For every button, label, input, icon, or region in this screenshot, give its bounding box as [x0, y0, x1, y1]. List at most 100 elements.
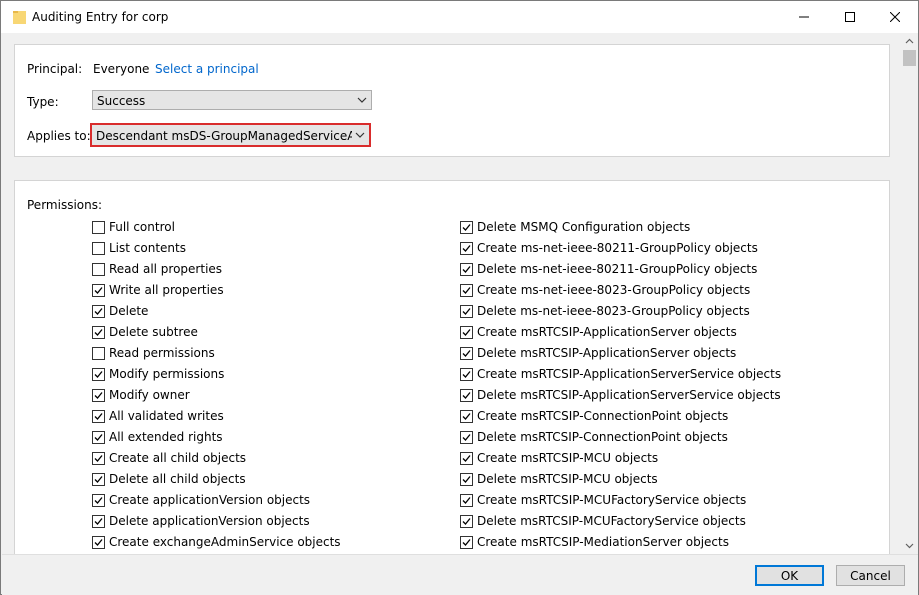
- permission-checkbox[interactable]: [92, 241, 105, 255]
- permission-item[interactable]: Modify permissions: [92, 365, 224, 383]
- permission-item[interactable]: Create ms-net-ieee-80211-GroupPolicy obj…: [460, 239, 758, 257]
- permission-checkbox[interactable]: [460, 367, 473, 381]
- permission-label: Create msRTCSIP-MCUFactoryService object…: [477, 493, 747, 507]
- permission-checkbox[interactable]: [92, 304, 105, 318]
- permission-item[interactable]: Delete subtree: [92, 323, 198, 341]
- permission-label: Create all child objects: [109, 451, 247, 465]
- permission-item[interactable]: Create msRTCSIP-MCUFactoryService object…: [460, 491, 746, 509]
- permission-checkbox[interactable]: [460, 346, 473, 360]
- permission-checkbox[interactable]: [460, 388, 473, 402]
- permission-checkbox[interactable]: [92, 262, 105, 276]
- select-principal-link[interactable]: Select a principal: [155, 62, 259, 76]
- cancel-button[interactable]: Cancel: [836, 565, 905, 586]
- permission-item[interactable]: Delete applicationVersion objects: [92, 512, 310, 530]
- permission-item[interactable]: Create all child objects: [92, 449, 246, 467]
- permission-checkbox[interactable]: [460, 493, 473, 507]
- applies-to-dropdown[interactable]: Descendant msDS-GroupManagedServiceAccou…: [90, 123, 371, 147]
- vertical-scrollbar[interactable]: [901, 33, 918, 554]
- checkmark-icon: [462, 475, 471, 483]
- permission-checkbox[interactable]: [460, 430, 473, 444]
- checkmark-icon: [94, 328, 103, 336]
- permission-label: Delete subtree: [109, 325, 198, 339]
- permission-checkbox[interactable]: [460, 325, 473, 339]
- permission-item[interactable]: Delete MSMQ Configuration objects: [460, 218, 690, 236]
- permission-item[interactable]: Delete msRTCSIP-ApplicationServer object…: [460, 344, 736, 362]
- permission-item[interactable]: List contents: [92, 239, 186, 257]
- permission-checkbox[interactable]: [460, 304, 473, 318]
- permission-checkbox[interactable]: [460, 451, 473, 465]
- permission-checkbox[interactable]: [92, 346, 105, 360]
- permission-checkbox[interactable]: [460, 262, 473, 276]
- checkmark-icon: [94, 538, 103, 546]
- scroll-down-icon: [905, 543, 914, 549]
- permission-checkbox[interactable]: [92, 367, 105, 381]
- permission-checkbox[interactable]: [92, 430, 105, 444]
- permission-checkbox[interactable]: [460, 220, 473, 234]
- maximize-button[interactable]: [827, 1, 873, 33]
- permission-item[interactable]: Full control: [92, 218, 175, 236]
- permission-checkbox[interactable]: [92, 535, 105, 549]
- checkmark-icon: [94, 496, 103, 504]
- scroll-thumb[interactable]: [903, 50, 916, 66]
- ok-button[interactable]: OK: [755, 565, 824, 586]
- permission-checkbox[interactable]: [460, 535, 473, 549]
- permission-checkbox[interactable]: [460, 241, 473, 255]
- permission-item[interactable]: Read permissions: [92, 344, 215, 362]
- dialog-footer: OK Cancel: [2, 554, 918, 595]
- permission-item[interactable]: Delete ms-net-ieee-8023-GroupPolicy obje…: [460, 302, 750, 320]
- type-dropdown[interactable]: Success: [92, 90, 372, 110]
- permission-item[interactable]: Delete all child objects: [92, 470, 246, 488]
- permission-label: Delete msRTCSIP-ApplicationServer object…: [477, 346, 737, 360]
- permission-item[interactable]: Modify owner: [92, 386, 190, 404]
- permission-item[interactable]: Delete ms-net-ieee-80211-GroupPolicy obj…: [460, 260, 757, 278]
- minimize-button[interactable]: [781, 1, 827, 33]
- checkmark-icon: [462, 370, 471, 378]
- permission-item[interactable]: Create msRTCSIP-ConnectionPoint objects: [460, 407, 728, 425]
- permission-item[interactable]: Create msRTCSIP-ApplicationServerService…: [460, 365, 781, 383]
- permission-item[interactable]: Delete msRTCSIP-MCUFactoryService object…: [460, 512, 746, 530]
- permission-label: All extended rights: [109, 430, 223, 444]
- permission-item[interactable]: Create msRTCSIP-MCU objects: [460, 449, 658, 467]
- checkmark-icon: [462, 307, 471, 315]
- permission-checkbox[interactable]: [92, 472, 105, 486]
- permission-label: Delete all child objects: [109, 472, 246, 486]
- permission-item[interactable]: Delete msRTCSIP-ConnectionPoint objects: [460, 428, 728, 446]
- permission-checkbox[interactable]: [92, 451, 105, 465]
- permission-item[interactable]: Delete: [92, 302, 148, 320]
- permission-checkbox[interactable]: [92, 409, 105, 423]
- close-icon: [890, 12, 900, 22]
- permission-label: Create msRTCSIP-ApplicationServer object…: [477, 325, 737, 339]
- permission-label: Read permissions: [109, 346, 215, 360]
- permission-label: Delete msRTCSIP-ConnectionPoint objects: [477, 430, 728, 444]
- permission-item[interactable]: Read all properties: [92, 260, 222, 278]
- permission-checkbox[interactable]: [92, 388, 105, 402]
- permission-checkbox[interactable]: [92, 283, 105, 297]
- permission-item[interactable]: Write all properties: [92, 281, 224, 299]
- permission-item[interactable]: Create msRTCSIP-MediationServer objects: [460, 533, 729, 551]
- permission-label: Full control: [109, 220, 175, 234]
- permission-checkbox[interactable]: [460, 514, 473, 528]
- permission-checkbox[interactable]: [460, 283, 473, 297]
- permission-item[interactable]: Delete msRTCSIP-MCU objects: [460, 470, 658, 488]
- permissions-panel: Permissions: Full control List contents Re…: [14, 180, 890, 554]
- permission-item[interactable]: Create ms-net-ieee-8023-GroupPolicy obje…: [460, 281, 750, 299]
- scroll-down-button[interactable]: [901, 537, 918, 554]
- permission-item[interactable]: Delete msRTCSIP-ApplicationServerService…: [460, 386, 781, 404]
- permission-checkbox[interactable]: [92, 493, 105, 507]
- window-title: Auditing Entry for corp: [32, 10, 169, 24]
- permission-checkbox[interactable]: [92, 325, 105, 339]
- permission-item[interactable]: Create applicationVersion objects: [92, 491, 310, 509]
- maximize-icon: [845, 12, 855, 22]
- permission-item[interactable]: Create exchangeAdminService objects: [92, 533, 341, 551]
- scroll-up-button[interactable]: [901, 33, 918, 50]
- checkmark-icon: [94, 475, 103, 483]
- permission-checkbox[interactable]: [460, 472, 473, 486]
- permission-checkbox[interactable]: [460, 409, 473, 423]
- permission-checkbox[interactable]: [92, 514, 105, 528]
- title-bar[interactable]: Auditing Entry for corp: [1, 1, 918, 33]
- close-button[interactable]: [872, 1, 918, 33]
- permission-item[interactable]: All extended rights: [92, 428, 223, 446]
- permission-item[interactable]: All validated writes: [92, 407, 224, 425]
- permission-checkbox[interactable]: [92, 220, 105, 234]
- permission-item[interactable]: Create msRTCSIP-ApplicationServer object…: [460, 323, 737, 341]
